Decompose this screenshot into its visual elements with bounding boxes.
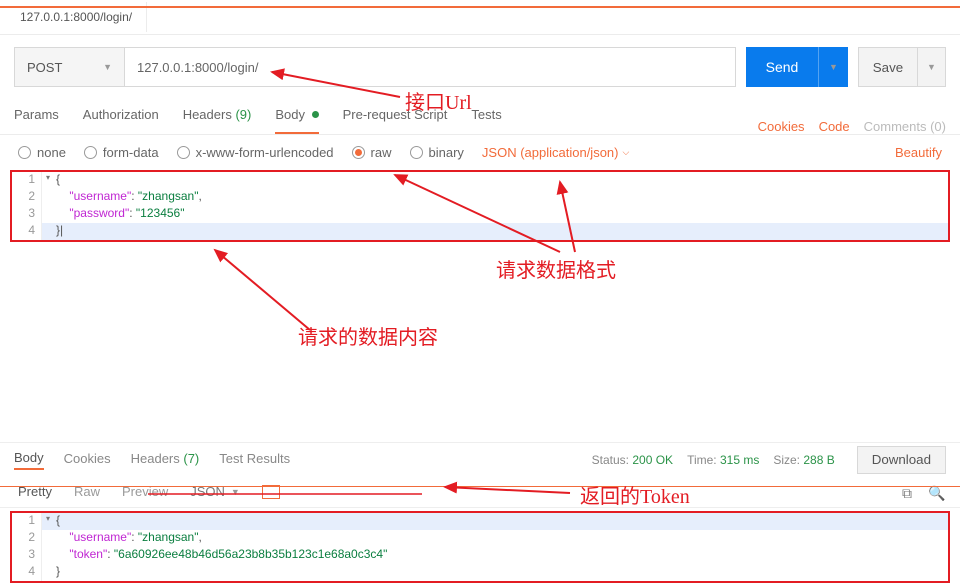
status-label: Status: 200 OK: [592, 453, 673, 467]
time-label: Time: 315 ms: [687, 453, 759, 467]
tab-authorization[interactable]: Authorization: [83, 107, 159, 134]
tab-prerequest[interactable]: Pre-request Script: [343, 107, 448, 134]
download-button[interactable]: Download: [857, 446, 946, 474]
content-type-select[interactable]: JSON (application/json) ⌵: [482, 145, 629, 160]
code-link[interactable]: Code: [819, 119, 850, 134]
tab-body[interactable]: Body: [275, 107, 318, 134]
send-options-button[interactable]: ▼: [818, 47, 848, 87]
size-label: Size: 288 B: [773, 453, 834, 467]
radio-x-www-form[interactable]: x-www-form-urlencoded: [177, 145, 334, 160]
response-tab-headers[interactable]: Headers (7): [131, 451, 200, 469]
request-section-tabs: Params Authorization Headers (9) Body Pr…: [0, 99, 960, 135]
http-method-select[interactable]: POST ▼: [14, 47, 124, 87]
tab-headers[interactable]: Headers (9): [183, 107, 252, 134]
request-row: POST ▼ Send ▼ Save ▼: [0, 35, 960, 99]
wrap-lines-icon[interactable]: [262, 485, 280, 499]
chevron-down-icon: ⌵: [622, 147, 629, 158]
chevron-down-icon: ▼: [103, 62, 112, 72]
cookies-link[interactable]: Cookies: [758, 119, 805, 134]
response-section: Body Cookies Headers (7) Test Results St…: [0, 442, 960, 476]
response-tab-cookies[interactable]: Cookies: [64, 451, 111, 469]
save-button[interactable]: Save: [858, 47, 918, 87]
radio-none[interactable]: none: [18, 145, 66, 160]
annotation-datatype: 请求数据格式: [496, 254, 616, 283]
tab-tests[interactable]: Tests: [471, 107, 501, 134]
http-method-value: POST: [27, 60, 62, 75]
annotation-reqdata: 请求的数据内容: [298, 321, 438, 350]
comments-link[interactable]: Comments (0): [864, 119, 946, 134]
response-body-viewer[interactable]: 1{2 "username": "zhangsan",3 "token": "6…: [10, 511, 950, 583]
response-toolbar: Pretty Raw Preview JSON▼ ⧉ 🔍: [0, 476, 960, 508]
send-button[interactable]: Send: [746, 47, 818, 87]
save-options-button[interactable]: ▼: [918, 47, 946, 87]
response-tab-test-results[interactable]: Test Results: [219, 451, 290, 469]
chevron-down-icon: ▼: [231, 487, 240, 497]
modified-dot-icon: [312, 111, 319, 118]
body-type-row: none form-data x-www-form-urlencoded raw…: [0, 135, 960, 170]
chevron-down-icon: ▼: [829, 62, 838, 72]
beautify-link[interactable]: Beautify: [895, 145, 942, 160]
radio-raw[interactable]: raw: [352, 145, 392, 160]
chevron-down-icon: ▼: [927, 62, 936, 72]
tab-params[interactable]: Params: [14, 107, 59, 134]
response-tab-body[interactable]: Body: [14, 450, 44, 470]
url-input[interactable]: [124, 47, 736, 87]
radio-binary[interactable]: binary: [410, 145, 464, 160]
radio-form-data[interactable]: form-data: [84, 145, 159, 160]
request-body-editor[interactable]: 1{2 "username": "zhangsan",3 "password":…: [10, 170, 950, 242]
